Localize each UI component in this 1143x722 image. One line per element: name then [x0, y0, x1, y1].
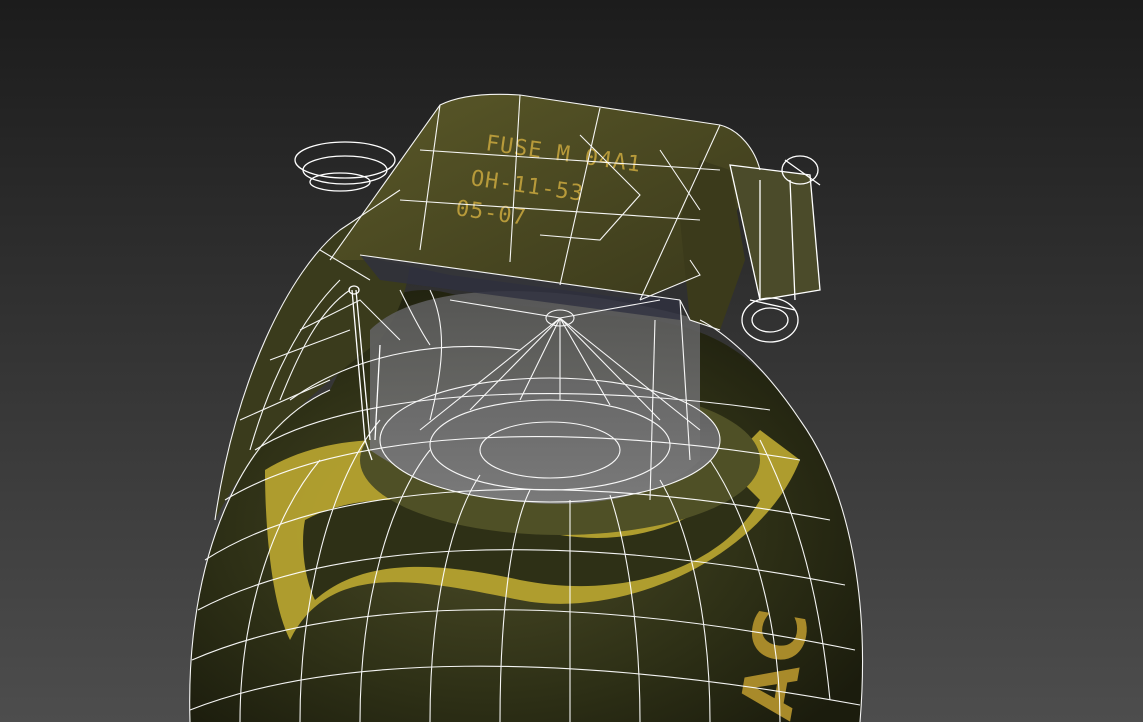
- viewport-canvas: AC FUSE M 04A1 OH-11-53 05-07: [0, 0, 1143, 722]
- 3d-viewport[interactable]: AC FUSE M 04A1 OH-11-53 05-07: [0, 0, 1143, 722]
- body-marking-text: AC: [724, 603, 826, 722]
